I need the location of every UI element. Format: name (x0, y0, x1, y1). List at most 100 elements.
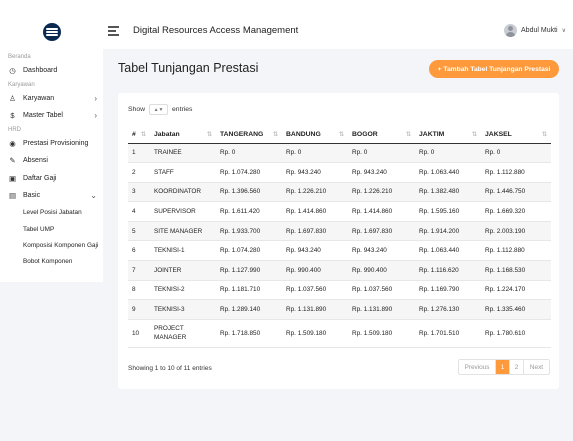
table-cell: Rp. 0 (348, 143, 415, 164)
table-cell: Rp. 943.240 (348, 162, 415, 183)
page-button-1[interactable]: 1 (496, 360, 510, 374)
table-cell: Rp. 1.074.280 (216, 162, 282, 183)
table-row: 2 STAFF Rp. 1.074.280 Rp. 943.240 Rp. 943.24… (128, 162, 551, 183)
dollar-icon: $ (10, 111, 15, 121)
table-cell: Rp. 1.396.560 (216, 182, 282, 203)
table-row: 5 SITE MANAGER Rp. 1.933.700 Rp. 1.697.830 R… (128, 221, 551, 242)
app-title: Digital Resources Access Management (133, 25, 299, 36)
sort-icon: ⇅ (206, 131, 212, 138)
sidebar-item-label: Dashboard (23, 67, 58, 75)
table-cell: Rp. 1.168.530 (481, 260, 551, 281)
table-cell: Rp. 1.509.180 (348, 319, 415, 348)
table-cell: 3 (128, 182, 150, 203)
sidebar-item-label: Prestasi Provisioning (23, 139, 89, 147)
sort-icon: ⇅ (140, 131, 146, 138)
pagination: Previous 1 2 Next (458, 359, 550, 375)
table-cell: Rp. 943.240 (282, 162, 348, 183)
sidebar-item-label: Master Tabel (23, 112, 63, 120)
table-cell: Rp. 1.169.790 (415, 280, 481, 301)
column-header-label: BANDUNG (286, 130, 321, 138)
column-header-label: # (132, 130, 136, 138)
dashboard-icon: ◷ (9, 66, 16, 76)
table-cell: TEKNISI-3 (150, 299, 216, 320)
sidebar-item-absensi[interactable]: ✎ Absensi (0, 152, 103, 170)
chevron-right-icon: › (94, 93, 97, 103)
table-cell: Rp. 1.933.700 (216, 221, 282, 242)
table-cell: Rp. 1.701.510 (415, 319, 481, 348)
table-cell: Rp. 1.697.830 (282, 221, 348, 242)
table-cell: Rp. 1.414.860 (348, 201, 415, 222)
table-cell: PROJECT MANAGER (150, 319, 216, 348)
sidebar-subitem-tabel-ump[interactable]: Tabel UMP (0, 221, 103, 237)
column-header-label: JAKSEL (485, 130, 512, 138)
table-row: 7 JOINTER Rp. 1.127.990 Rp. 990.400 Rp. 990.… (128, 260, 551, 281)
table-cell: Rp. 1.595.160 (415, 201, 481, 222)
next-page-button[interactable]: Next (524, 360, 549, 374)
table-cell: Rp. 1.037.560 (348, 280, 415, 301)
column-header[interactable]: BOGOR ⇅ (348, 126, 415, 144)
table-row: 10 PROJECT MANAGER Rp. 1.718.850 Rp. 1.509.… (128, 319, 551, 348)
column-header[interactable]: JAKSEL ⇅ (481, 126, 551, 144)
top-bar: Digital Resources Access Management Abdu… (0, 0, 573, 49)
table-cell: Rp. 1.226.210 (282, 182, 348, 203)
section-label-beranda: Beranda (8, 54, 31, 60)
sidebar-subitem-bobot-komponen[interactable]: Bobot Komponen (0, 254, 103, 270)
table-cell: TRAINEE (150, 143, 216, 164)
table-cell: Rp. 1.335.460 (481, 299, 551, 320)
section-label-hrd: HRD (8, 126, 21, 133)
sort-icon: ⇅ (541, 131, 547, 138)
sidebar-item-master-tabel[interactable]: $ Master Tabel › (0, 107, 103, 125)
sidebar-item-daftar-gaji[interactable]: ▣ Daftar Gaji (0, 170, 103, 188)
table-cell: Rp. 0 (282, 143, 348, 164)
chevron-down-icon: ∨ (561, 28, 566, 34)
table-cell: SITE MANAGER (150, 221, 216, 242)
user-name: Abdul Mukti (521, 27, 558, 34)
sidebar-item-dashboard[interactable]: ◷ Dashboard (0, 62, 103, 80)
column-header[interactable]: # ⇅ (128, 126, 150, 144)
sidebar-item-label: Absensi (23, 157, 48, 165)
sidebar-item-karyawan[interactable]: ♙ Karyawan › (0, 90, 103, 108)
sidebar-item-prestasi-provisioning[interactable]: ◉ Prestasi Provisioning (0, 135, 103, 153)
app-logo[interactable] (43, 23, 61, 41)
section-label-karyawan: Karyawan (8, 81, 35, 88)
sidebar: Beranda ◷ Dashboard Karyawan ♙ Karyawan … (0, 49, 103, 282)
column-header[interactable]: BANDUNG ⇅ (282, 126, 348, 144)
sidebar-subitem-level-posisi-jabatan[interactable]: Level Posisi Jabatan (0, 205, 103, 221)
table-cell: 5 (128, 221, 150, 242)
table-cell: Rp. 2.003.190 (481, 221, 551, 242)
table-cell: TEKNISI-1 (150, 240, 216, 262)
table-cell: Rp. 1.112.880 (481, 240, 551, 262)
table-cell: STAFF (150, 162, 216, 183)
table-cell: 4 (128, 201, 150, 222)
sidebar-item-label: Daftar Gaji (23, 174, 57, 182)
show-label: Show (128, 106, 146, 113)
table-cell: Rp. 1.127.990 (216, 260, 282, 281)
column-header[interactable]: Jabatan ⇅ (150, 126, 216, 144)
table-row: 8 TEKNISI-2 Rp. 1.181.710 Rp. 1.037.560 Rp. … (128, 280, 551, 301)
previous-page-button[interactable]: Previous (459, 360, 496, 374)
page-length-select[interactable]: ▲▼ (149, 104, 169, 115)
table-cell: Rp. 1.446.750 (481, 182, 551, 203)
table-cell: 2 (128, 162, 150, 183)
sidebar-item-basic[interactable]: ▤ Basic ⌄ (0, 187, 103, 205)
user-menu[interactable]: Abdul Mukti ∨ (504, 24, 566, 37)
table-card: Show ▲▼ entries # ⇅ Jabatan ⇅ TANGERANG ⇅ BAND… (118, 93, 559, 389)
table-cell: Rp. 1.697.830 (348, 221, 415, 242)
table-cell: Rp. 990.400 (348, 260, 415, 281)
sort-icon: ⇅ (405, 131, 411, 138)
add-tunjangan-button[interactable]: + Tambah Tabel Tunjangan Prestasi (429, 60, 559, 78)
table-cell: 7 (128, 260, 150, 281)
table-cell: 1 (128, 143, 150, 164)
page-button-2[interactable]: 2 (510, 360, 524, 374)
column-header-label: Jabatan (154, 130, 180, 138)
hamburger-menu-icon[interactable] (108, 26, 119, 38)
column-header[interactable]: JAKTIM ⇅ (415, 126, 481, 144)
database-icon: ▤ (8, 191, 17, 201)
table-cell: Rp. 1.382.480 (415, 182, 481, 203)
sort-icon: ⇅ (338, 131, 344, 138)
sort-icon: ⇅ (272, 131, 278, 138)
column-header[interactable]: TANGERANG ⇅ (216, 126, 282, 144)
circle-icon: ◉ (9, 138, 16, 148)
column-header-label: JAKTIM (419, 130, 445, 138)
sidebar-subitem-komposisi-komponen-gaji[interactable]: Komposisi Komponen Gaji (0, 237, 103, 253)
